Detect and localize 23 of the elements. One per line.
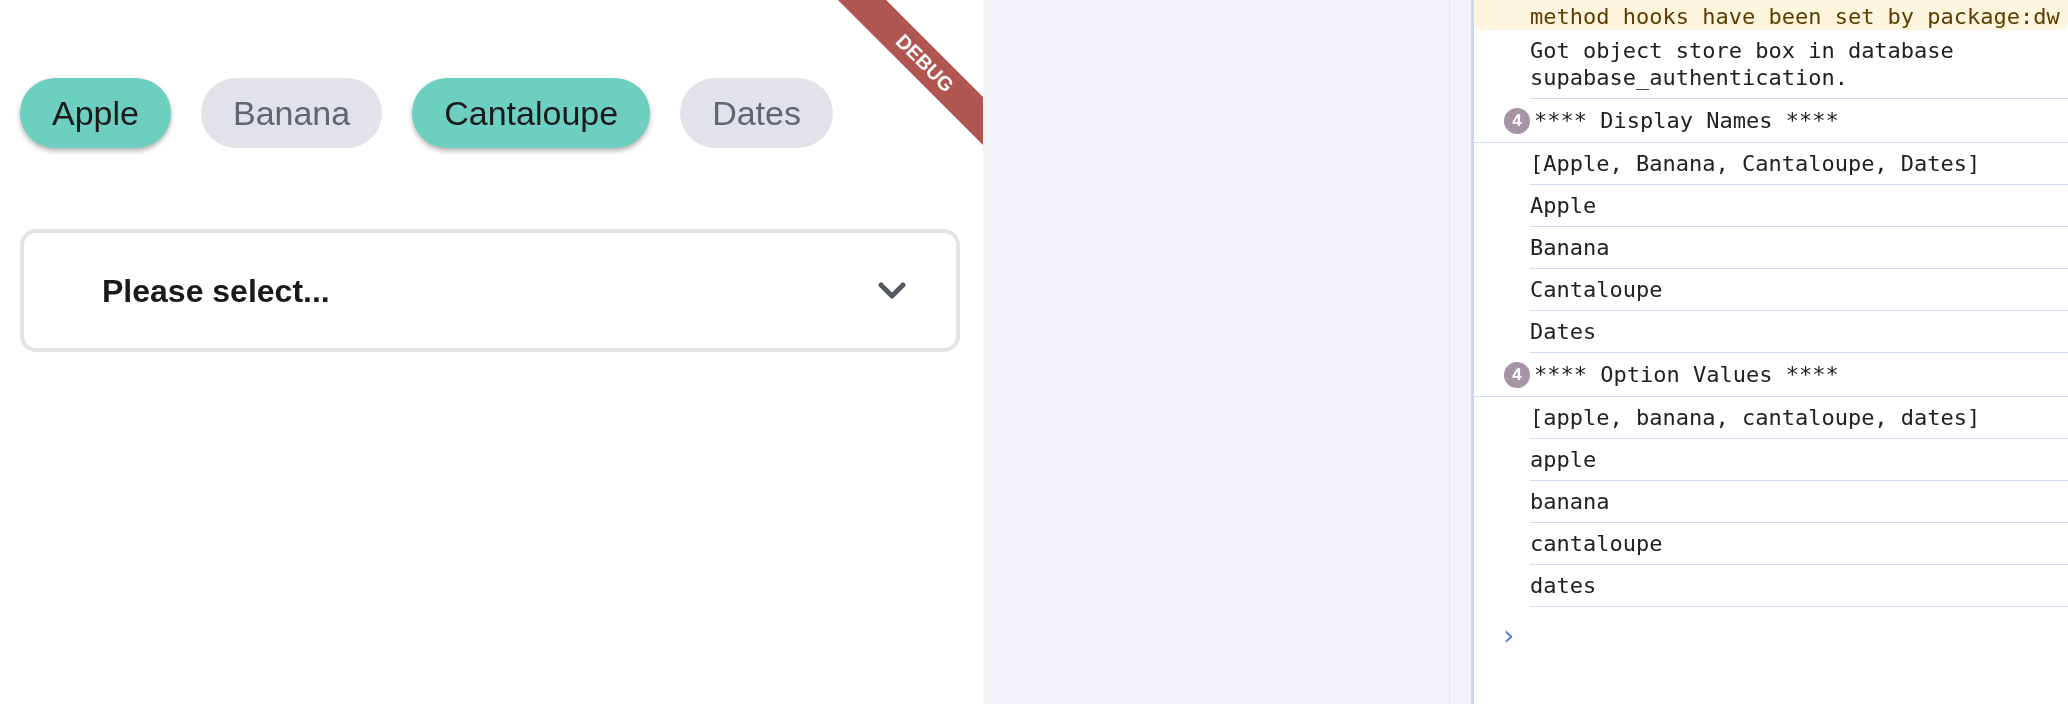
- filter-chip[interactable]: Dates: [680, 78, 833, 148]
- console-log-text: Apple: [1530, 192, 1597, 219]
- console-log-text: dates: [1530, 572, 1597, 599]
- console-log-text: apple: [1530, 446, 1597, 473]
- chevron-down-icon: [878, 281, 906, 300]
- console-group-text: **** Option Values ****: [1534, 361, 1839, 389]
- console-log-text: cantaloupe: [1530, 530, 1663, 557]
- filter-chip[interactable]: Banana: [200, 78, 383, 148]
- filter-chip[interactable]: Cantaloupe: [412, 78, 651, 148]
- select-dropdown[interactable]: Please select...: [20, 229, 960, 352]
- console-log-text: banana: [1530, 488, 1610, 515]
- repeat-count-badge: 4: [1504, 107, 1530, 134]
- console-prompt[interactable]: ›: [1500, 619, 1517, 652]
- filter-chip[interactable]: Apple: [20, 78, 171, 148]
- console-log-text: Got object store box in database supabase_authentication.: [1530, 37, 1954, 91]
- console-log-text: Cantaloupe: [1530, 276, 1663, 303]
- console-group-text: **** Display Names ****: [1534, 107, 1839, 135]
- console-warning-text: method hooks have been set by package:dw: [1530, 4, 2060, 30]
- repeat-count-badge: 4: [1504, 361, 1530, 388]
- console-log-text: [apple, banana, cantaloupe, dates]: [1530, 404, 1981, 431]
- console-log-text: Banana: [1530, 234, 1610, 261]
- console-log-text: Dates: [1530, 318, 1597, 345]
- console-log-text: [Apple, Banana, Cantaloupe, Dates]: [1530, 150, 1981, 177]
